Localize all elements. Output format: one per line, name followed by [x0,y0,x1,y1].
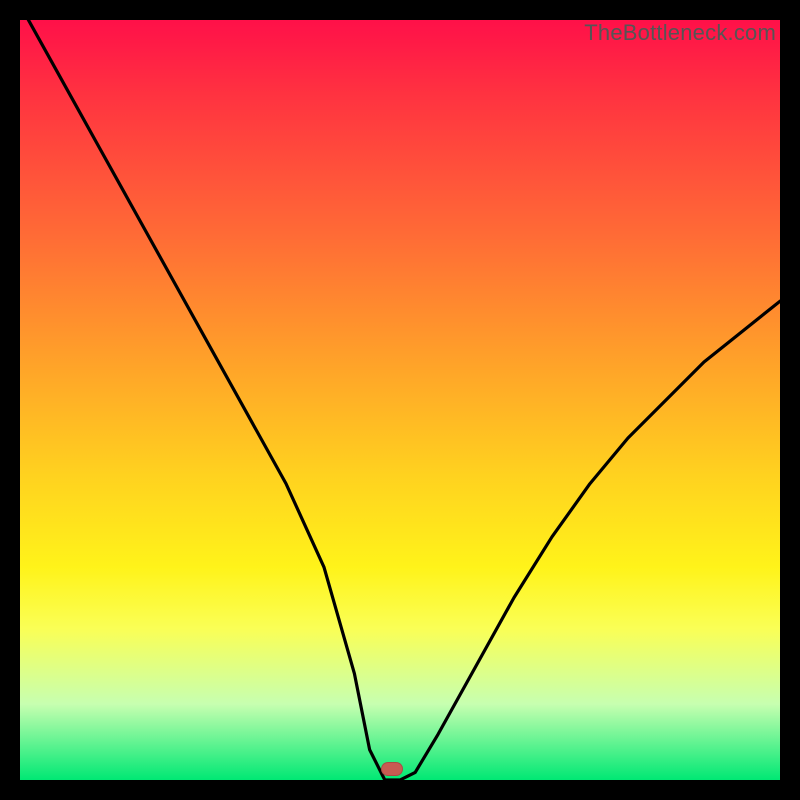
optimal-point-marker [381,762,403,776]
chart-frame: TheBottleneck.com [0,0,800,800]
plot-area: TheBottleneck.com [20,20,780,780]
bottleneck-curve [20,20,780,780]
